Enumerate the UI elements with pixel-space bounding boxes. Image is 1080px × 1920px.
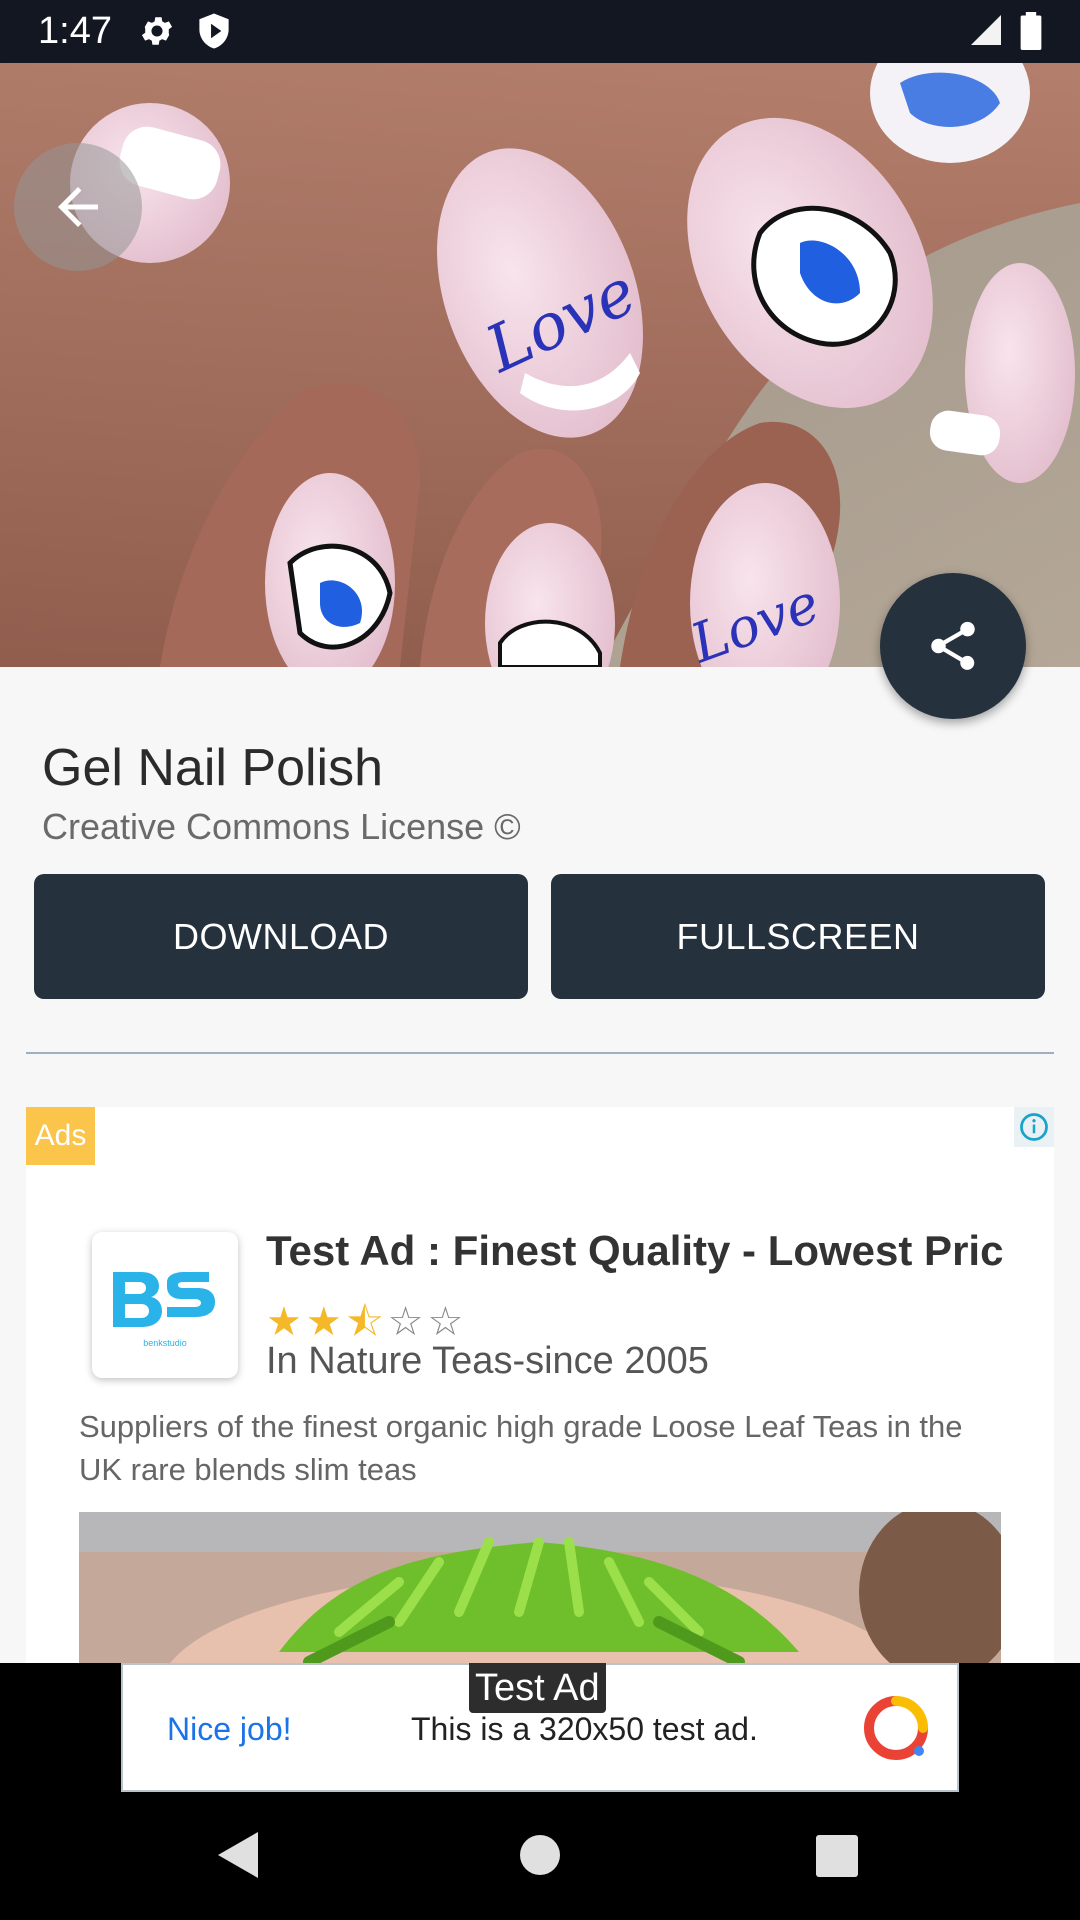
bs-logo-icon xyxy=(113,1272,215,1327)
native-ad-card[interactable]: Ads benkstudio Test Ad : Finest Quality … xyxy=(26,1107,1054,1667)
advertiser-logo[interactable]: benkstudio xyxy=(92,1232,238,1378)
back-arrow-icon xyxy=(58,187,98,227)
download-button[interactable]: DOWNLOAD xyxy=(34,874,528,999)
license-text: Creative Commons License © xyxy=(42,806,521,847)
battery-icon xyxy=(1020,12,1042,55)
nav-home-button[interactable] xyxy=(518,1833,562,1882)
divider xyxy=(26,1052,1054,1054)
banner-nice-text: Nice job! xyxy=(167,1711,292,1747)
nav-back-icon xyxy=(218,1832,258,1878)
share-icon xyxy=(931,621,975,670)
banner-ad[interactable]: Test Ad Nice job! This is a 320x50 test … xyxy=(121,1663,959,1792)
star-full: ★★ xyxy=(266,1300,346,1344)
ad-advertiser: In Nature Teas-since 2005 xyxy=(266,1340,709,1382)
share-button[interactable] xyxy=(880,573,1026,719)
page-title: Gel Nail Polish xyxy=(42,739,384,797)
nav-back-button[interactable] xyxy=(216,1830,260,1885)
ads-badge: Ads xyxy=(26,1107,95,1165)
nav-recents-button[interactable] xyxy=(816,1835,858,1882)
ad-info-icon[interactable] xyxy=(1014,1107,1054,1147)
nail-art-photo: Love Love xyxy=(0,63,1080,667)
gear-icon xyxy=(138,12,176,55)
banner-text: This is a 320x50 test ad. xyxy=(411,1711,758,1747)
wallpaper-image[interactable]: Love Love xyxy=(0,63,1080,667)
status-time: 1:47 xyxy=(38,10,112,52)
ad-image[interactable] xyxy=(79,1512,1001,1667)
tea-leaves-photo xyxy=(79,1512,1001,1667)
star-empty: ☆☆ xyxy=(387,1300,468,1344)
shield-icon xyxy=(196,12,232,55)
nav-home-icon xyxy=(520,1835,560,1875)
signal-icon xyxy=(968,12,1004,53)
logo-caption: benkstudio xyxy=(143,1338,187,1348)
ad-headline[interactable]: Test Ad : Finest Quality - Lowest Prices xyxy=(266,1227,1004,1275)
ad-body: Suppliers of the finest organic high gra… xyxy=(79,1409,963,1487)
status-bar: 1:47 xyxy=(0,0,1080,63)
banner-test-tag: Test Ad xyxy=(469,1663,606,1713)
nav-recents-icon xyxy=(816,1835,858,1877)
admob-logo-icon xyxy=(863,1695,929,1766)
back-button[interactable] xyxy=(14,143,142,271)
star-half: ⯪ xyxy=(345,1300,388,1344)
fullscreen-button[interactable]: FULLSCREEN xyxy=(551,874,1045,999)
